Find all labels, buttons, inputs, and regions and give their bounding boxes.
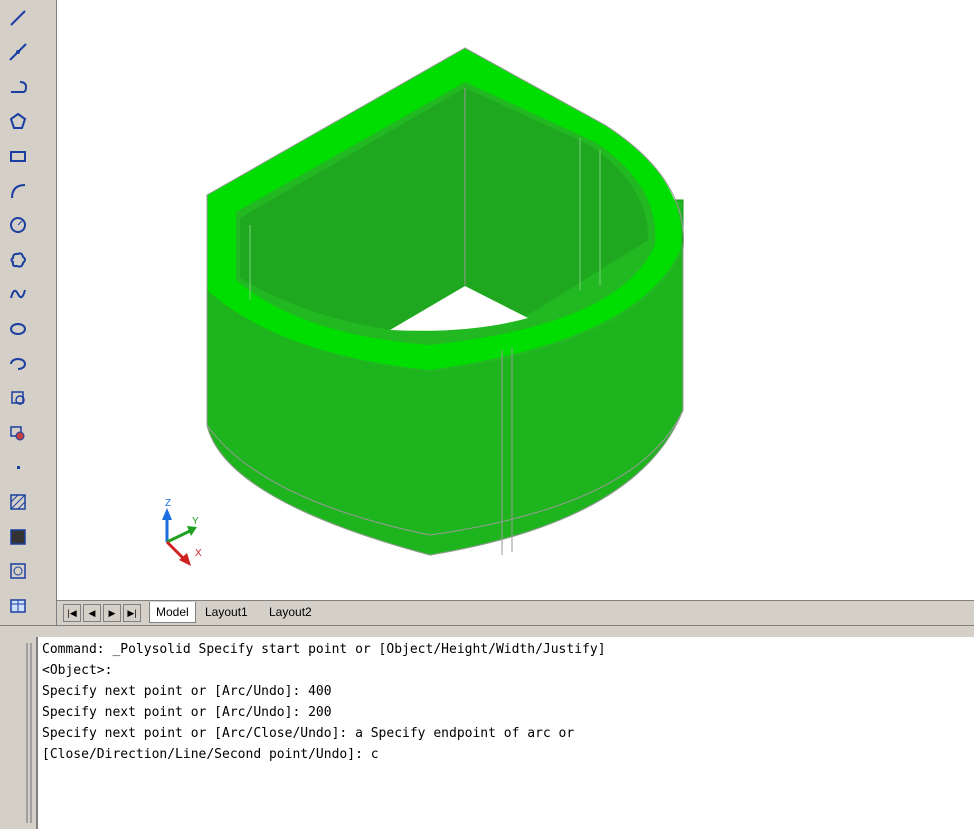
- arc-icon: [8, 181, 28, 206]
- polyline-button[interactable]: [6, 77, 30, 101]
- point-icon: [8, 457, 28, 482]
- prev-icon: ◀: [88, 607, 96, 618]
- ucs-x-label: X: [195, 548, 202, 559]
- rectangle-icon: [8, 146, 28, 171]
- drawing-viewport[interactable]: Z Y X: [57, 0, 974, 600]
- line-button[interactable]: [6, 8, 30, 32]
- prev-tab-button[interactable]: ◀: [83, 604, 101, 622]
- point-button[interactable]: [6, 458, 30, 482]
- ellipse-arc-button[interactable]: [6, 354, 30, 378]
- region-button[interactable]: [6, 562, 30, 586]
- construction-line-button[interactable]: [6, 43, 30, 67]
- circle-icon: [8, 215, 28, 240]
- revision-cloud-button[interactable]: [6, 250, 30, 274]
- polyline-icon: [8, 77, 28, 102]
- command-line: <Object>:: [42, 663, 113, 678]
- table-icon: [8, 596, 28, 621]
- ucs-icon: Z Y X: [162, 498, 202, 566]
- construction-line-icon: [8, 42, 28, 67]
- spline-button[interactable]: [6, 285, 30, 309]
- line-icon: [8, 8, 28, 33]
- hatch-icon: [8, 492, 28, 517]
- circle-button[interactable]: [6, 216, 30, 240]
- insert-block-icon: [8, 388, 28, 413]
- gradient-button[interactable]: [6, 527, 30, 551]
- rectangle-button[interactable]: [6, 146, 30, 170]
- region-icon: [8, 561, 28, 586]
- next-tab-button[interactable]: ▶: [103, 604, 121, 622]
- make-block-button[interactable]: [6, 423, 30, 447]
- command-line: Specify next point or [Arc/Undo]: 400: [42, 684, 332, 699]
- ucs-z-label: Z: [165, 498, 171, 509]
- insert-block-button[interactable]: [6, 389, 30, 413]
- polygon-icon: [8, 111, 28, 136]
- polygon-button[interactable]: [6, 112, 30, 136]
- hatch-button[interactable]: [6, 492, 30, 516]
- command-line: Specify next point or [Arc/Close/Undo]: …: [42, 726, 575, 741]
- tab-layout2[interactable]: Layout2: [263, 602, 318, 622]
- next-icon: ▶: [108, 607, 116, 618]
- last-icon: ▶|: [127, 607, 137, 618]
- first-tab-button[interactable]: |◀: [63, 604, 81, 622]
- spline-icon: [8, 284, 28, 309]
- command-line: [Close/Direction/Line/Second point/Undo]…: [42, 747, 379, 762]
- table-button[interactable]: [6, 596, 30, 620]
- command-line: Command: _Polysolid Specify start point …: [42, 642, 606, 657]
- command-grip[interactable]: [26, 643, 28, 823]
- ellipse-arc-icon: [8, 354, 28, 379]
- ucs-y-label: Y: [192, 516, 199, 527]
- revision-cloud-icon: [8, 250, 28, 275]
- ellipse-button[interactable]: [6, 319, 30, 343]
- gradient-icon: [8, 527, 28, 552]
- first-icon: |◀: [67, 607, 77, 618]
- command-history[interactable]: Command: _Polysolid Specify start point …: [36, 637, 974, 829]
- tab-model[interactable]: Model: [149, 602, 196, 623]
- command-line: Specify next point or [Arc/Undo]: 200: [42, 705, 332, 720]
- command-window: Command: _Polysolid Specify start point …: [0, 633, 974, 829]
- draw-toolbar: [0, 0, 57, 632]
- last-tab-button[interactable]: ▶|: [123, 604, 141, 622]
- layout-tabbar: |◀ ◀ ▶ ▶| Model Layout1 Layout2: [57, 600, 974, 625]
- make-block-icon: [8, 423, 28, 448]
- command-grip[interactable]: [30, 643, 32, 823]
- tab-layout1[interactable]: Layout1: [199, 602, 254, 622]
- ellipse-icon: [8, 319, 28, 344]
- arc-button[interactable]: [6, 181, 30, 205]
